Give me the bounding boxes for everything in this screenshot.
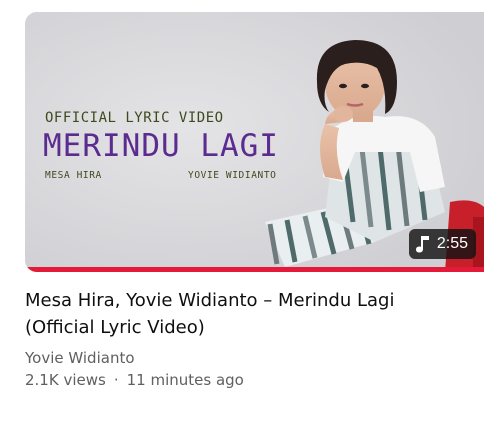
thumbnail-song-title: MERINDU LAGI <box>43 128 279 164</box>
duration-text: 2:55 <box>436 235 468 252</box>
video-card[interactable]: OFFICIAL LYRIC VIDEO MERINDU LAGI MESA H… <box>0 0 484 427</box>
channel-name[interactable]: Yovie Widianto <box>25 347 465 369</box>
video-thumbnail[interactable]: OFFICIAL LYRIC VIDEO MERINDU LAGI MESA H… <box>25 12 484 272</box>
thumbnail-tag-line: OFFICIAL LYRIC VIDEO <box>45 110 224 126</box>
video-stats: 2.1K views · 11 minutes ago <box>25 369 465 391</box>
stats-separator: · <box>113 371 119 389</box>
upload-age: 11 minutes ago <box>126 371 244 389</box>
watch-progress-bar <box>25 267 484 272</box>
thumbnail-artist-right: YOVIE WIDIANTO <box>188 170 277 181</box>
music-note-icon <box>415 235 431 253</box>
thumbnail-artist-left: MESA HIRA <box>45 170 102 181</box>
view-count: 2.1K views <box>25 371 106 389</box>
video-meta: Mesa Hira, Yovie Widianto – Merindu Lagi… <box>25 287 465 391</box>
video-title[interactable]: Mesa Hira, Yovie Widianto – Merindu Lagi… <box>25 287 465 341</box>
duration-badge: 2:55 <box>408 229 476 259</box>
